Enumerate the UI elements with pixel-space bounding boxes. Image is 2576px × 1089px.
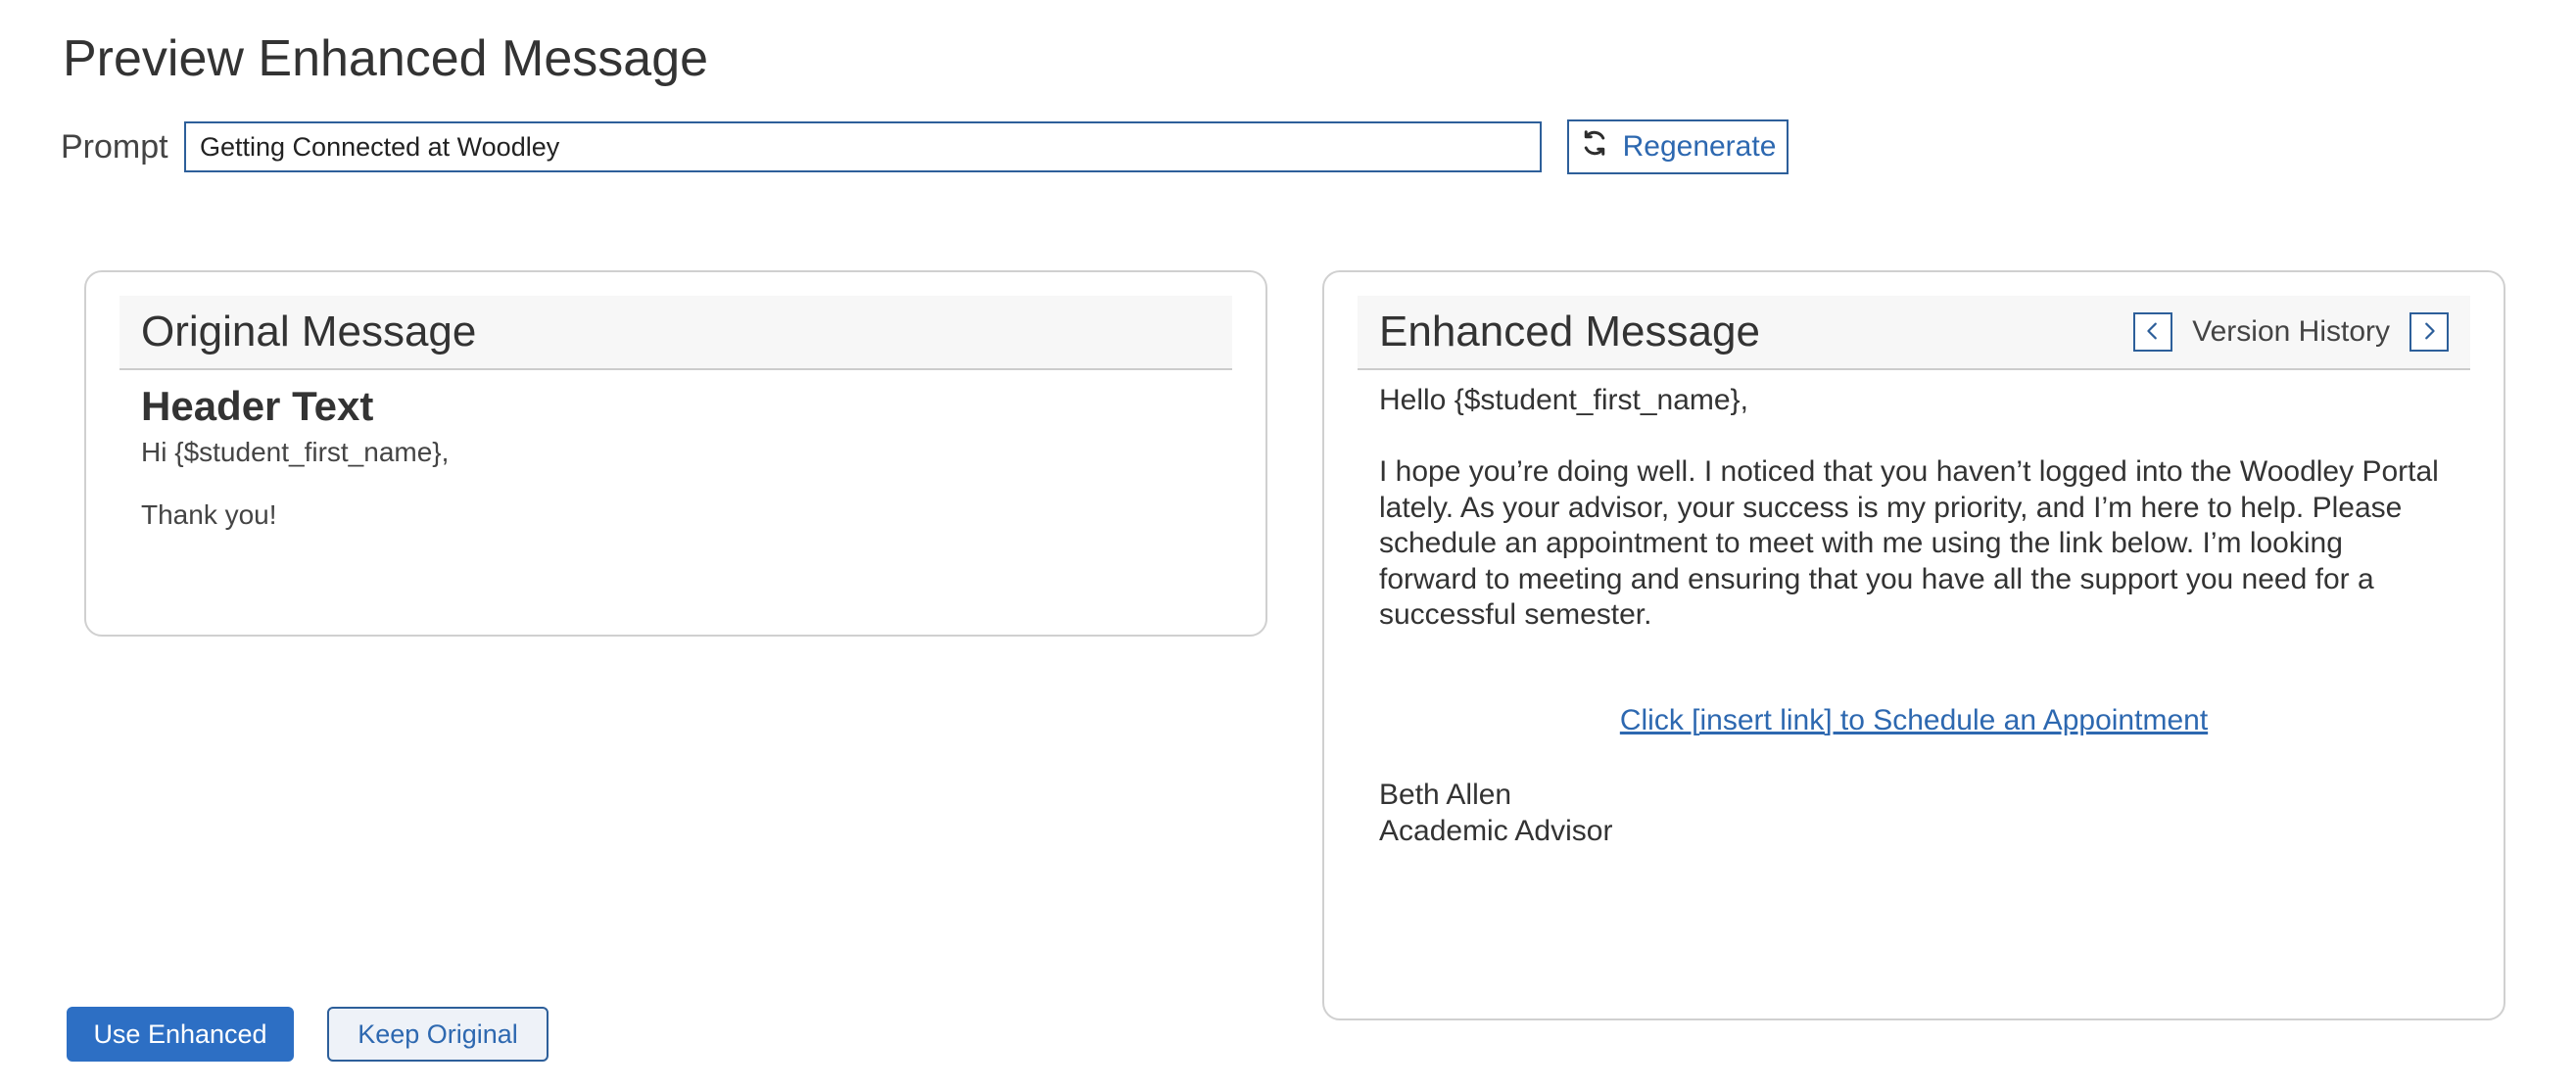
keep-original-button[interactable]: Keep Original [327, 1007, 549, 1062]
prompt-input[interactable] [184, 121, 1542, 172]
version-prev-button[interactable] [2133, 312, 2173, 352]
prompt-row: Prompt Regenerate [61, 119, 1789, 174]
regenerate-button[interactable]: Regenerate [1567, 119, 1789, 174]
refresh-icon [1580, 128, 1609, 166]
preview-enhanced-message-page: Preview Enhanced Message Prompt Regenera… [0, 0, 2576, 1089]
page-title: Preview Enhanced Message [63, 30, 709, 87]
original-message-body: Header Text Hi {$student_first_name}, Th… [141, 382, 1211, 560]
version-next-button[interactable] [2409, 312, 2449, 352]
enhanced-panel-title: Enhanced Message [1379, 308, 1760, 355]
original-closing: Thank you! [141, 499, 277, 530]
prompt-label: Prompt [61, 127, 168, 166]
original-panel-header: Original Message [119, 296, 1232, 370]
signature-title: Academic Advisor [1379, 814, 1613, 847]
enhanced-panel-header: Enhanced Message Version History [1358, 296, 2470, 370]
original-message-panel: Original Message Header Text Hi {$studen… [84, 270, 1267, 637]
signature-block: Beth Allen Academic Advisor [1379, 777, 2449, 849]
original-greeting: Hi {$student_first_name}, [141, 437, 450, 467]
enhanced-greeting: Hello {$student_first_name}, [1379, 384, 1748, 416]
enhanced-message-body: Hello {$student_first_name}, I hope you’… [1379, 382, 2449, 849]
chevron-right-icon [2418, 320, 2440, 345]
original-panel-title: Original Message [141, 308, 477, 355]
use-enhanced-button[interactable]: Use Enhanced [67, 1007, 294, 1062]
footer-actions: Use Enhanced Keep Original [67, 1007, 549, 1062]
enhanced-body-paragraph: I hope you’re doing well. I noticed that… [1379, 455, 2439, 631]
version-history-nav: Version History [2133, 312, 2449, 352]
enhanced-message-panel: Enhanced Message Version History Hello {… [1322, 270, 2505, 1020]
chevron-left-icon [2142, 320, 2164, 345]
signature-name: Beth Allen [1379, 778, 1512, 811]
version-history-label: Version History [2192, 315, 2390, 348]
schedule-appointment-link[interactable]: Click [insert link] to Schedule an Appoi… [1620, 704, 2208, 736]
schedule-link-wrapper: Click [insert link] to Schedule an Appoi… [1379, 704, 2449, 737]
regenerate-label: Regenerate [1622, 130, 1777, 163]
original-header-text: Header Text [141, 383, 374, 429]
